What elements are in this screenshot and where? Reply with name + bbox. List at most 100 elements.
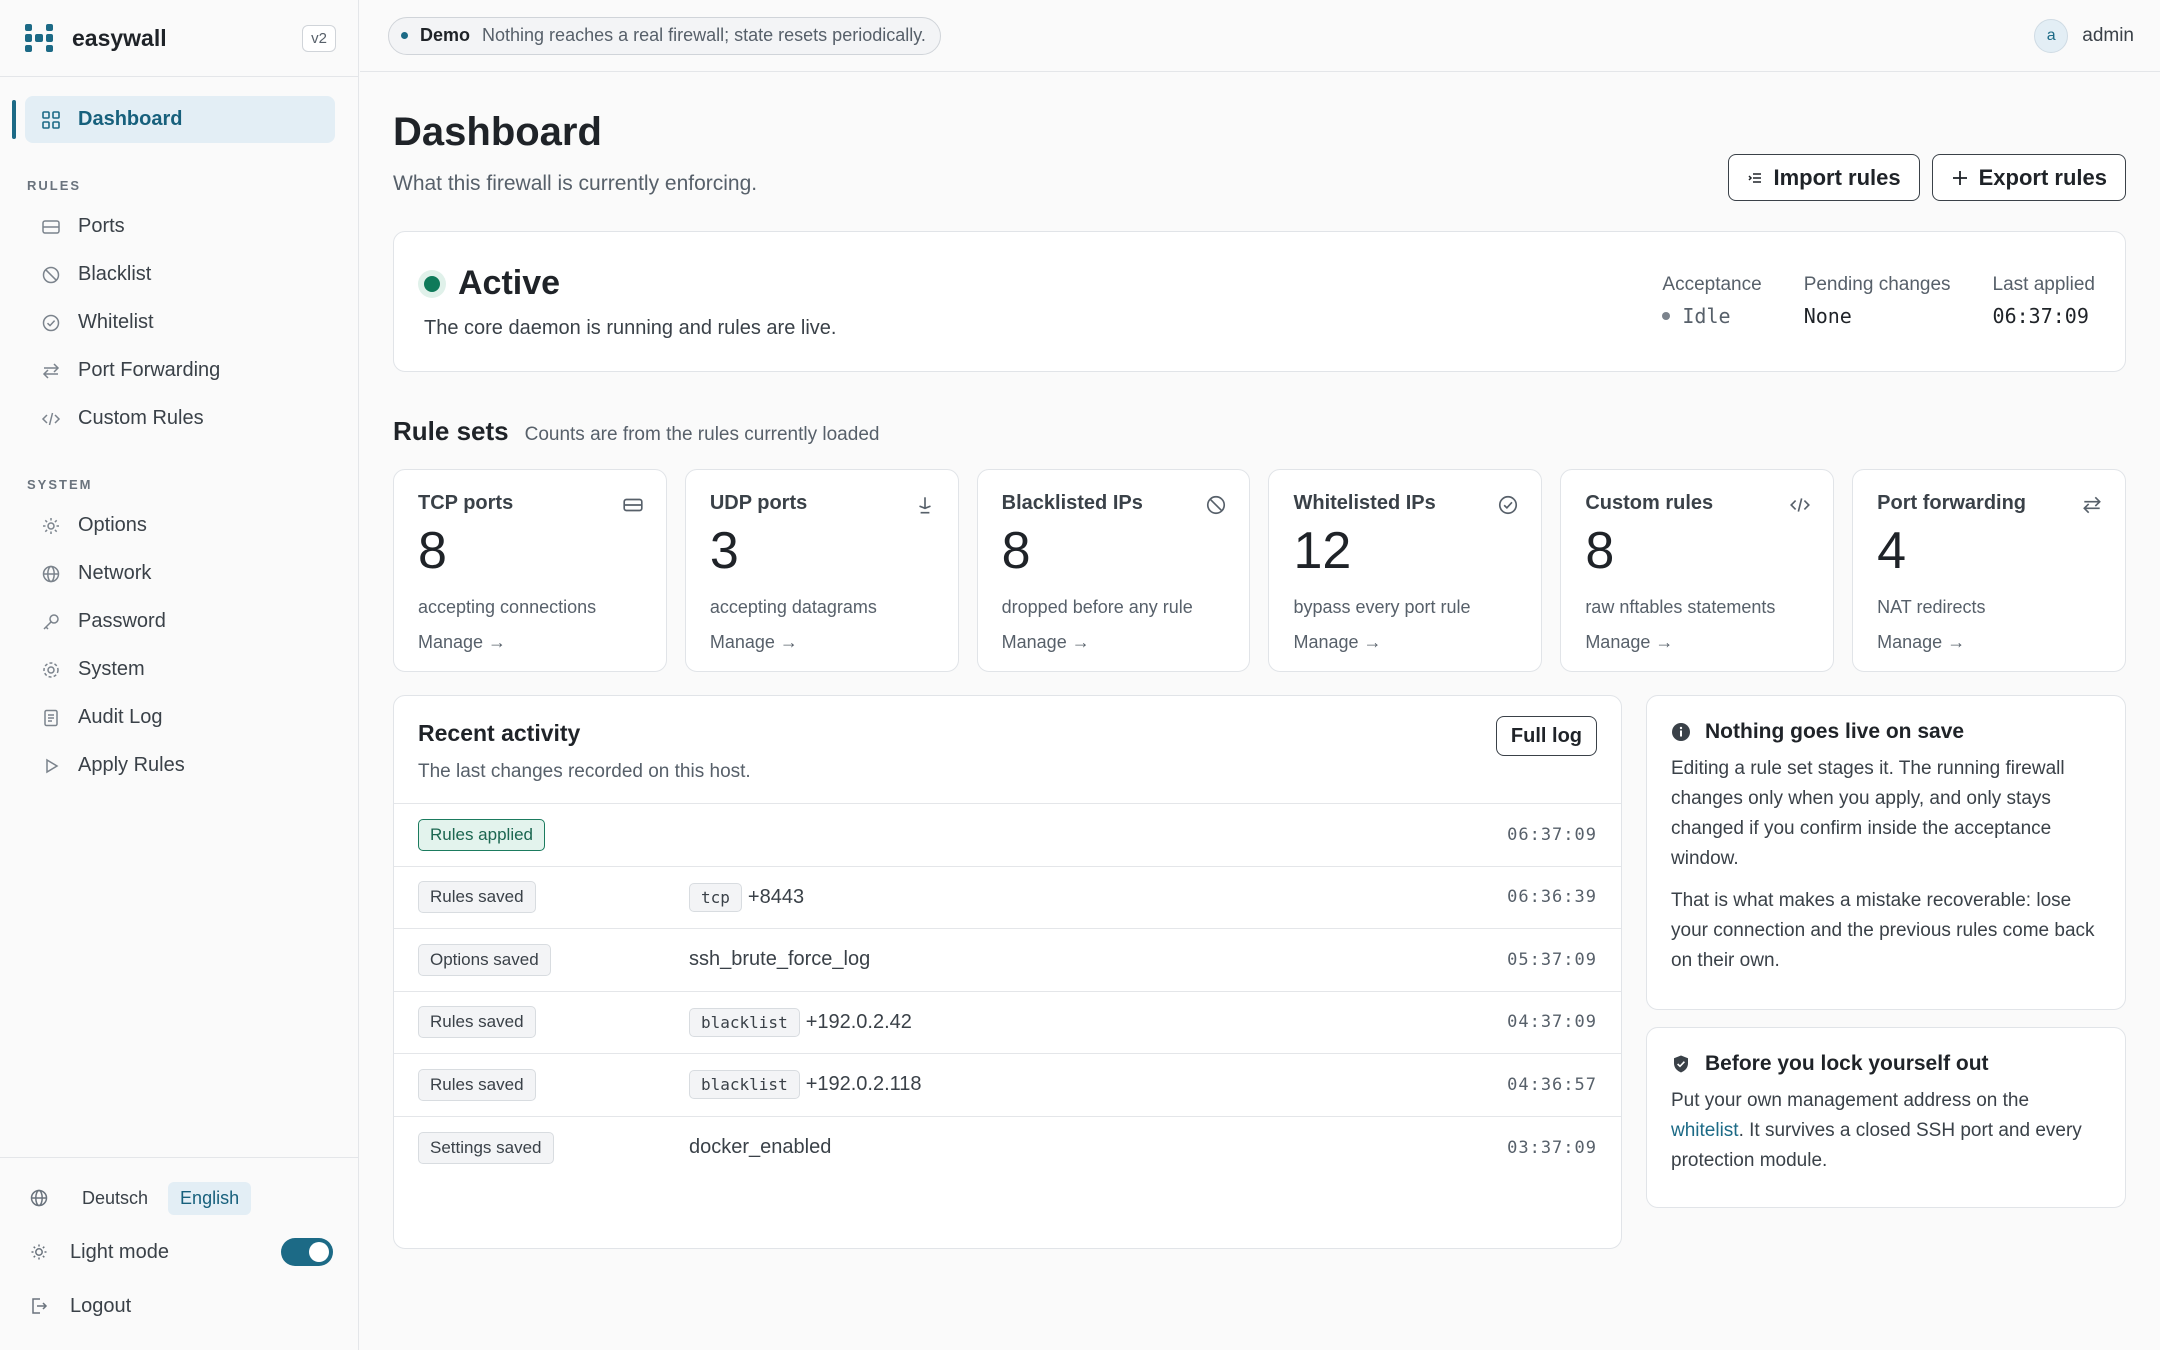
activity-subtitle: The last changes recorded on this host. <box>418 761 751 782</box>
status-dot <box>401 32 408 39</box>
applied-meta: Last applied 06:37:09 <box>1993 274 2095 328</box>
info-title-text: Nothing goes live on save <box>1705 720 1965 743</box>
code-icon <box>40 408 62 430</box>
status-state: Active <box>458 264 561 302</box>
acceptance-label: Acceptance <box>1662 274 1762 295</box>
activity-title: Recent activity <box>418 720 581 746</box>
info-paragraph: Editing a rule set stages it. The runnin… <box>1671 758 2065 869</box>
rule-card-title: TCP ports <box>418 492 514 514</box>
hdd-icon <box>40 216 62 238</box>
rule-card-title: Port forwarding <box>1877 492 2027 514</box>
event-badge: Rules applied <box>418 818 546 851</box>
status-meta: Acceptance Idle Pending changes None Las… <box>1662 274 2095 328</box>
rule-card-title: Custom rules <box>1585 492 1714 514</box>
rule-card-desc: bypass every port rule <box>1293 597 1471 617</box>
rule-card-blacklist[interactable]: Blacklisted IPs 8 dropped before any rul… <box>976 469 1251 672</box>
sidebar-item-options[interactable]: Options <box>25 502 335 549</box>
demo-text: Nothing reaches a real firewall; state r… <box>482 25 926 45</box>
sidebar-item-whitelist[interactable]: Whitelist <box>25 299 335 346</box>
rule-card-forwarding[interactable]: Port forwarding 4 NAT redirects Manage → <box>1852 469 2126 672</box>
globe-icon <box>28 1187 50 1209</box>
table-row: Options saved ssh_brute_force_log 05:37:… <box>394 929 1621 992</box>
event-time: 06:36:39 <box>1507 887 1597 908</box>
recent-activity-card: Recent activity The last changes recorde… <box>393 695 1622 1249</box>
activity-header: Recent activity The last changes recorde… <box>394 696 1621 804</box>
avatar: a <box>2034 18 2069 53</box>
manage-link[interactable]: Manage → <box>710 632 934 653</box>
table-row: Settings saved docker_enabled 03:37:09 <box>394 1117 1621 1180</box>
rule-card-count: 12 <box>1293 522 1352 580</box>
arrows-icon <box>40 360 62 382</box>
manage-link[interactable]: Manage → <box>1877 632 2101 653</box>
sidebar-item-blacklist[interactable]: Blacklist <box>25 251 335 298</box>
check-circle-icon <box>1497 494 1519 521</box>
hdd-icon <box>622 494 644 521</box>
event-time: 03:37:09 <box>1507 1137 1597 1158</box>
sidebar-item-ports[interactable]: Ports <box>25 203 335 250</box>
logout-button[interactable]: Logout <box>28 1286 333 1326</box>
event-detail-text: ssh_brute_force_log <box>689 948 871 971</box>
event-detail: blacklist +192.0.2.42 <box>689 1007 912 1037</box>
info-card-live: Nothing goes live on save Editing a rule… <box>1646 695 2126 1010</box>
sidebar-item-label: Password <box>78 610 166 632</box>
table-row: Rules saved blacklist +192.0.2.42 04:37:… <box>394 992 1621 1054</box>
sidebar-item-dashboard[interactable]: Dashboard <box>12 96 335 143</box>
info-title: Before you lock yourself out <box>1671 1052 2101 1076</box>
manage-link[interactable]: Manage → <box>418 632 642 653</box>
user-menu[interactable]: a admin <box>2034 18 2134 53</box>
sidebar-item-network[interactable]: Network <box>25 550 335 597</box>
rule-card-tcp[interactable]: TCP ports 8 accepting connections Manage… <box>393 469 667 672</box>
sidebar-item-custom-rules[interactable]: Custom Rules <box>25 395 335 442</box>
key-icon <box>40 611 62 633</box>
sidebar-item-system[interactable]: System <box>25 646 335 693</box>
page-actions: Import rules Export rules <box>1728 154 2126 201</box>
document-icon <box>40 707 62 729</box>
whitelist-link[interactable]: whitelist <box>1671 1120 1739 1141</box>
sidebar-item-label: Options <box>78 514 147 536</box>
logout-label: Logout <box>70 1294 132 1317</box>
info-paragraph: Put your own management address on the w… <box>1671 1090 2082 1171</box>
rule-card-desc: raw nftables statements <box>1585 597 1776 617</box>
sidebar-item-password[interactable]: Password <box>25 598 335 645</box>
sidebar-item-audit-log[interactable]: Audit Log <box>25 694 335 741</box>
rule-card-count: 8 <box>1001 522 1031 580</box>
rule-card-whitelist[interactable]: Whitelisted IPs 12 bypass every port rul… <box>1268 469 1543 672</box>
event-badge: Rules saved <box>418 881 536 914</box>
full-log-button[interactable]: Full log <box>1495 716 1597 756</box>
event-badge: Rules saved <box>418 1068 536 1101</box>
rule-card-udp[interactable]: UDP ports 3 accepting datagrams Manage → <box>684 469 959 672</box>
sidebar-item-apply-rules[interactable]: Apply Rules <box>25 742 335 789</box>
export-rules-button[interactable]: Export rules <box>1931 154 2126 201</box>
manage-link[interactable]: Manage → <box>1002 632 1226 653</box>
manage-link[interactable]: Manage → <box>1585 632 1809 653</box>
brand: easywall v2 <box>0 0 358 77</box>
rule-card-title: Whitelisted IPs <box>1293 492 1436 514</box>
info-title-text: Before you lock yourself out <box>1705 1052 1989 1075</box>
theme-label: Light mode <box>70 1240 169 1263</box>
plus-icon <box>1951 169 1969 187</box>
pending-label: Pending changes <box>1803 274 1951 295</box>
event-detail: blacklist +192.0.2.118 <box>689 1070 922 1100</box>
acceptance-meta: Acceptance Idle <box>1662 274 1762 328</box>
cog-icon <box>40 659 62 681</box>
rule-card-count: 8 <box>1585 522 1615 580</box>
sidebar-item-port-forwarding[interactable]: Port Forwarding <box>25 347 335 394</box>
rule-card-custom[interactable]: Custom rules 8 raw nftables statements M… <box>1560 469 1835 672</box>
theme-toggle[interactable] <box>281 1238 333 1266</box>
easywall-logo-icon <box>25 24 53 52</box>
demo-label: Demo <box>420 25 471 45</box>
status-indicator <box>418 269 446 298</box>
language-deutsch[interactable]: Deutsch <box>70 1182 160 1215</box>
page-title: Dashboard <box>393 110 602 154</box>
language-english[interactable]: English <box>168 1181 252 1215</box>
info-icon <box>1671 722 1691 742</box>
import-rules-button[interactable]: Import rules <box>1728 154 1920 201</box>
info-title: Nothing goes live on save <box>1671 720 2101 744</box>
manage-link[interactable]: Manage → <box>1293 632 1517 653</box>
sidebar-item-label: Blacklist <box>78 263 152 285</box>
version-badge: v2 <box>302 24 336 52</box>
check-circle-icon <box>40 312 62 334</box>
event-detail-text: +8443 <box>747 885 805 908</box>
export-rules-label: Export rules <box>1978 164 2107 190</box>
event-time: 06:37:09 <box>1507 824 1597 845</box>
